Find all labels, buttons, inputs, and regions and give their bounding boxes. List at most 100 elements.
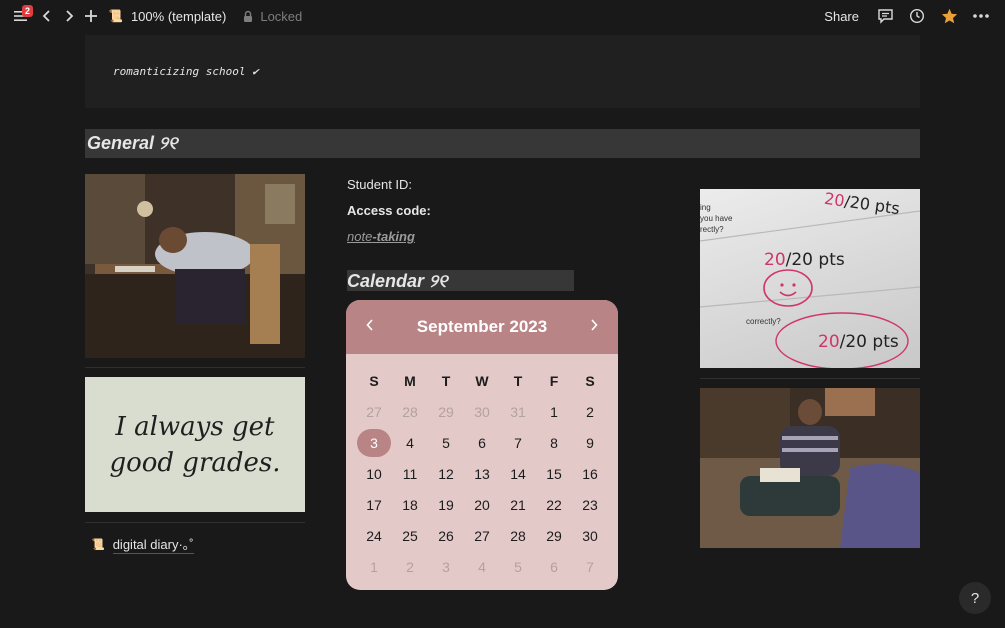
calendar-day[interactable]: 4 — [392, 428, 428, 459]
sidebar-menu-button[interactable]: 2 — [10, 5, 34, 27]
calendar-day[interactable]: 17 — [356, 490, 392, 521]
calendar-day-today[interactable]: 3 — [356, 428, 392, 459]
previous-month-button[interactable] — [362, 318, 378, 336]
calendar-day[interactable]: 24 — [356, 521, 392, 552]
calendar-day-number: 29 — [546, 528, 562, 544]
calendar-day-number: 5 — [514, 559, 522, 575]
digital-diary-link[interactable]: 📜 digital diary·｡˚ — [91, 534, 194, 554]
calendar-day-number: 1 — [550, 404, 558, 420]
calendar-day[interactable]: 30 — [464, 397, 500, 428]
student-id-label[interactable]: Student ID: — [347, 177, 431, 203]
calendar-day[interactable]: 19 — [428, 490, 464, 521]
chevron-left-icon — [42, 10, 50, 22]
favorite-button[interactable] — [939, 8, 959, 24]
calendar-day[interactable]: 13 — [464, 459, 500, 490]
calendar-day[interactable]: 14 — [500, 459, 536, 490]
calendar-day[interactable]: 27 — [464, 521, 500, 552]
calendar-day[interactable]: 2 — [572, 397, 608, 428]
more-horizontal-icon — [973, 14, 989, 18]
calendar-day[interactable]: 7 — [500, 428, 536, 459]
calendar-day-number: 2 — [406, 559, 414, 575]
calendar-day-number: 2 — [586, 404, 594, 420]
calendar-day-number: 1 — [370, 559, 378, 575]
quote-block[interactable]: romanticizing school ✔ — [85, 35, 920, 108]
share-button[interactable]: Share — [824, 9, 859, 24]
weekday-label: S — [369, 373, 379, 389]
page-title[interactable]: 100% (template) — [131, 9, 226, 24]
calendar-day[interactable]: 30 — [572, 521, 608, 552]
calendar-day[interactable]: 22 — [536, 490, 572, 521]
calendar-day[interactable]: 27 — [356, 397, 392, 428]
calendar-day[interactable]: 16 — [572, 459, 608, 490]
calendar-day[interactable]: 7 — [572, 552, 608, 583]
new-page-button[interactable] — [82, 9, 100, 23]
weekday-label: W — [475, 373, 489, 389]
access-code-label[interactable]: Access code: — [347, 203, 431, 229]
calendar-day[interactable]: 29 — [428, 397, 464, 428]
forward-button[interactable] — [60, 9, 78, 23]
calendar-day[interactable]: 28 — [392, 397, 428, 428]
calendar-day[interactable]: 12 — [428, 459, 464, 490]
calendar-day[interactable]: 28 — [500, 521, 536, 552]
calendar-day-number: 27 — [474, 528, 490, 544]
note-taking-link[interactable]: note-taking — [347, 229, 431, 255]
calendar-header: September 2023 — [346, 300, 618, 354]
score-2: 20/20 pts — [764, 250, 845, 270]
affirmation-image[interactable]: I always get good grades. — [85, 377, 305, 512]
calendar-day-number: 9 — [586, 435, 594, 451]
note-taking-suffix: -taking — [372, 229, 415, 244]
calendar-day[interactable]: 20 — [464, 490, 500, 521]
calendar-day[interactable]: 4 — [464, 552, 500, 583]
calendar-day[interactable]: 10 — [356, 459, 392, 490]
divider — [85, 522, 305, 523]
notification-badge: 2 — [22, 5, 34, 17]
calendar-day[interactable]: 6 — [536, 552, 572, 583]
affirmation-line-1: I always get — [115, 411, 275, 442]
calendar-day[interactable]: 8 — [536, 428, 572, 459]
calendar-day-number: 3 — [357, 429, 391, 457]
calendar-day[interactable]: 18 — [392, 490, 428, 521]
locked-indicator[interactable]: Locked — [242, 9, 302, 24]
calendar-day[interactable]: 26 — [428, 521, 464, 552]
calendar-month-title: September 2023 — [416, 317, 548, 336]
calendar-day[interactable]: 1 — [356, 552, 392, 583]
affirmation-line-2: good grades. — [109, 447, 281, 478]
calendar-day[interactable]: 23 — [572, 490, 608, 521]
calendar-day-number: 17 — [366, 497, 382, 513]
calendar-day[interactable]: 9 — [572, 428, 608, 459]
back-button[interactable] — [38, 9, 56, 23]
general-heading-block[interactable]: General ୨୧ — [85, 129, 920, 158]
calendar-day[interactable]: 5 — [428, 428, 464, 459]
calendar-day[interactable]: 1 — [536, 397, 572, 428]
calendar-day[interactable]: 5 — [500, 552, 536, 583]
calendar-day-number: 14 — [510, 466, 526, 482]
score-2-value: 20 — [764, 250, 786, 270]
reading-scene-image[interactable] — [700, 388, 920, 548]
calendar-day[interactable]: 15 — [536, 459, 572, 490]
test-scores-image[interactable]: ing you have rectly? correctly? 20/20 pt… — [700, 189, 920, 368]
calendar-day-number: 7 — [586, 559, 594, 575]
calendar-week-row: 27 28 29 30 31 1 2 — [356, 397, 608, 428]
calendar-day-number: 19 — [438, 497, 454, 513]
help-button[interactable]: ? — [959, 582, 991, 614]
breadcrumb[interactable]: 📜 100% (template) — [108, 9, 226, 24]
calendar-day[interactable]: 21 — [500, 490, 536, 521]
updates-button[interactable] — [907, 8, 927, 24]
comments-button[interactable] — [875, 8, 895, 24]
calendar-day[interactable]: 29 — [536, 521, 572, 552]
study-scene-image[interactable] — [85, 174, 305, 358]
next-month-button[interactable] — [586, 318, 602, 336]
calendar-week-row: 17 18 19 20 21 22 23 — [356, 490, 608, 521]
calendar-week-row: 1 2 3 4 5 6 7 — [356, 552, 608, 583]
calendar-heading-block[interactable]: Calendar ୨୧ — [347, 270, 574, 291]
more-options-button[interactable] — [971, 13, 991, 19]
calendar-day[interactable]: 6 — [464, 428, 500, 459]
calendar-day[interactable]: 11 — [392, 459, 428, 490]
calendar-day[interactable]: 2 — [392, 552, 428, 583]
properties-block: Student ID: Access code: note-taking — [347, 177, 431, 255]
calendar-day[interactable]: 25 — [392, 521, 428, 552]
calendar-day[interactable]: 3 — [428, 552, 464, 583]
calendar-day[interactable]: 31 — [500, 397, 536, 428]
calendar-day-number: 6 — [550, 559, 558, 575]
calendar-day-number: 24 — [366, 528, 382, 544]
